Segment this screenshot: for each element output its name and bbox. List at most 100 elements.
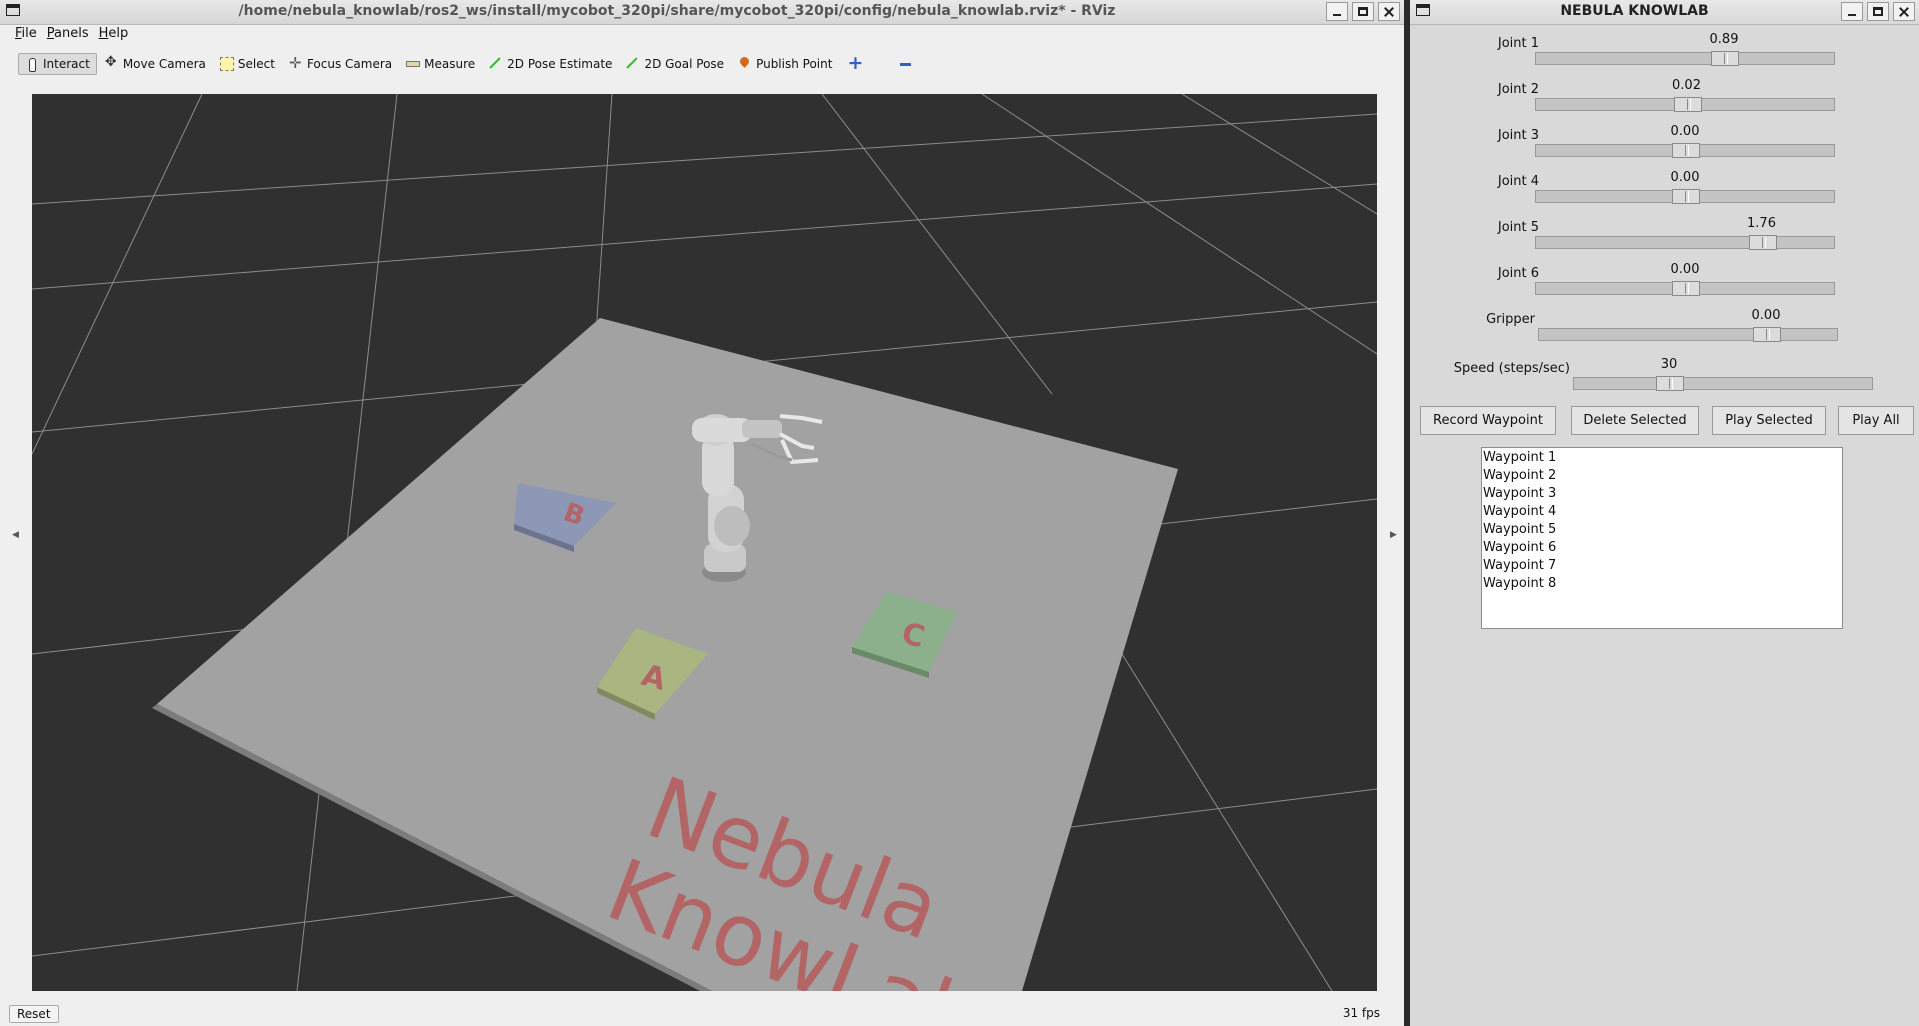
joint-1-slider-handle[interactable] (1711, 51, 1739, 66)
green-arrow-icon (626, 57, 640, 71)
control-panel-window: NEBULA KNOWLAB Joint 1 0.89 Joint 2 0.02 Joi… (1410, 0, 1919, 1026)
joint-1-slider-row: Joint 1 0.89 (1410, 32, 1919, 78)
menu-panels[interactable]: Panels (44, 24, 92, 44)
crosshair-icon (289, 54, 303, 72)
3d-viewport[interactable]: B A C Nebula KnowLab (32, 94, 1377, 991)
joint-4-value: 0.00 (1670, 170, 1700, 185)
play-all-button[interactable]: Play All (1838, 406, 1914, 435)
joint-3-slider-handle[interactable] (1672, 143, 1700, 158)
plus-icon (846, 52, 863, 74)
joint-1-value: 0.89 (1709, 32, 1739, 47)
waypoint-list-item[interactable]: Waypoint 6 (1482, 539, 1842, 557)
pose-estimate-tool-label: 2D Pose Estimate (507, 57, 613, 71)
gripper-slider[interactable] (1538, 327, 1838, 342)
waypoint-button-row: Record Waypoint Delete Selected Play Sel… (1410, 406, 1919, 436)
minimize-button[interactable] (1841, 2, 1863, 21)
joint-4-slider-handle[interactable] (1672, 189, 1700, 204)
status-bar: Reset 31 fps (0, 1000, 1404, 1026)
collapse-right-dock-arrow[interactable]: ▶ (1390, 530, 1397, 540)
waypoint-list-item[interactable]: Waypoint 2 (1482, 467, 1842, 485)
joint-6-slider-row: Joint 6 0.00 (1410, 262, 1919, 308)
minus-icon (898, 57, 912, 71)
tool-bar: Interact Move Camera Select Focus Camera… (18, 48, 1404, 80)
joint-2-slider-handle[interactable] (1673, 97, 1702, 112)
joint-6-slider[interactable] (1535, 281, 1835, 296)
rviz-window-title: /home/nebula_knowlab/ros2_ws/install/myc… (238, 3, 1116, 19)
speed-value: 30 (1660, 357, 1678, 372)
pose-estimate-tool-button[interactable]: 2D Pose Estimate (483, 53, 618, 75)
focus-camera-tool-button[interactable]: Focus Camera (283, 53, 398, 75)
collapse-left-dock-arrow[interactable]: ◀ (12, 530, 19, 540)
panel-window-title: NEBULA KNOWLAB (1560, 3, 1709, 19)
menu-file[interactable]: File (12, 24, 40, 44)
speed-slider[interactable] (1573, 376, 1873, 391)
rviz-titlebar[interactable]: /home/nebula_knowlab/ros2_ws/install/myc… (0, 0, 1404, 25)
joint-4-slider-row: Joint 4 0.00 (1410, 170, 1919, 216)
move-camera-tool-button[interactable]: Move Camera (99, 53, 212, 75)
joint-3-slider-row: Joint 3 0.00 (1410, 124, 1919, 170)
close-button[interactable] (1378, 2, 1400, 21)
speed-slider-handle[interactable] (1656, 376, 1684, 391)
window-menu-icon[interactable] (6, 4, 20, 16)
fps-counter: 31 fps (1342, 1006, 1380, 1020)
joint-5-slider-handle[interactable] (1748, 235, 1777, 250)
close-button[interactable] (1893, 2, 1915, 21)
joint-5-slider[interactable] (1535, 235, 1835, 250)
record-waypoint-button[interactable]: Record Waypoint (1420, 406, 1556, 435)
delete-selected-button[interactable]: Delete Selected (1571, 406, 1699, 435)
gripper-value: 0.00 (1751, 308, 1781, 323)
interact-tool-button[interactable]: Interact (18, 53, 97, 75)
maximize-button[interactable] (1867, 2, 1889, 21)
joint-5-label: Joint 5 (1497, 220, 1539, 235)
joint-3-slider[interactable] (1535, 143, 1835, 158)
joint-1-slider[interactable] (1535, 51, 1835, 66)
publish-point-tool-button[interactable]: Publish Point (732, 53, 838, 75)
joint-5-value: 1.76 (1747, 216, 1776, 231)
interact-tool-label: Interact (43, 57, 90, 71)
green-arrow-icon (489, 57, 503, 71)
waypoint-listbox[interactable]: Waypoint 1 Waypoint 2 Waypoint 3 Waypoint 4… (1481, 447, 1843, 629)
gripper-slider-handle[interactable] (1753, 327, 1781, 342)
hand-icon (25, 57, 39, 72)
gripper-slider-row: Gripper 0.00 (1410, 308, 1919, 354)
joint-2-value: 0.02 (1672, 78, 1701, 93)
speed-label: Speed (steps/sec) (1453, 361, 1570, 376)
waypoint-list-item[interactable]: Waypoint 4 (1482, 503, 1842, 521)
menu-help[interactable]: Help (96, 24, 132, 44)
waypoint-list-item[interactable]: Waypoint 8 (1482, 575, 1842, 593)
play-selected-button[interactable]: Play Selected (1712, 406, 1826, 435)
maximize-button[interactable] (1352, 2, 1374, 21)
waypoint-list-item[interactable]: Waypoint 3 (1482, 485, 1842, 503)
panel-titlebar[interactable]: NEBULA KNOWLAB (1410, 0, 1919, 25)
waypoint-list-item[interactable]: Waypoint 1 (1482, 449, 1842, 467)
joint-2-slider[interactable] (1535, 97, 1835, 112)
waypoint-list-item[interactable]: Waypoint 5 (1482, 521, 1842, 539)
joint-2-label: Joint 2 (1497, 82, 1539, 97)
window-menu-icon[interactable] (1416, 4, 1430, 16)
selection-box-icon (219, 57, 234, 71)
reset-button[interactable]: Reset (9, 1005, 59, 1023)
joint-3-label: Joint 3 (1497, 128, 1539, 143)
minimize-button[interactable] (1326, 2, 1348, 21)
ruler-icon (406, 61, 421, 67)
joint-6-value: 0.00 (1670, 262, 1700, 277)
move-camera-tool-label: Move Camera (122, 57, 206, 71)
map-pin-icon (738, 57, 752, 71)
joint-2-slider-row: Joint 2 0.02 (1410, 78, 1919, 124)
rviz-window: /home/nebula_knowlab/ros2_ws/install/myc… (0, 0, 1404, 1026)
goal-pose-tool-label: 2D Goal Pose (644, 57, 725, 71)
measure-tool-button[interactable]: Measure (400, 53, 481, 75)
joint-4-slider[interactable] (1535, 189, 1835, 204)
select-tool-button[interactable]: Select (214, 53, 281, 75)
joint-4-label: Joint 4 (1497, 174, 1539, 189)
goal-pose-tool-button[interactable]: 2D Goal Pose (620, 53, 730, 75)
joint-6-label: Joint 6 (1497, 266, 1539, 281)
select-tool-label: Select (237, 57, 275, 71)
gripper-label: Gripper (1486, 312, 1535, 327)
remove-tool-button[interactable] (892, 53, 918, 75)
waypoint-list-item[interactable]: Waypoint 7 (1482, 557, 1842, 575)
publish-point-tool-label: Publish Point (756, 57, 833, 71)
measure-tool-label: Measure (424, 57, 476, 71)
add-tool-button[interactable] (840, 52, 866, 75)
joint-6-slider-handle[interactable] (1672, 281, 1700, 296)
